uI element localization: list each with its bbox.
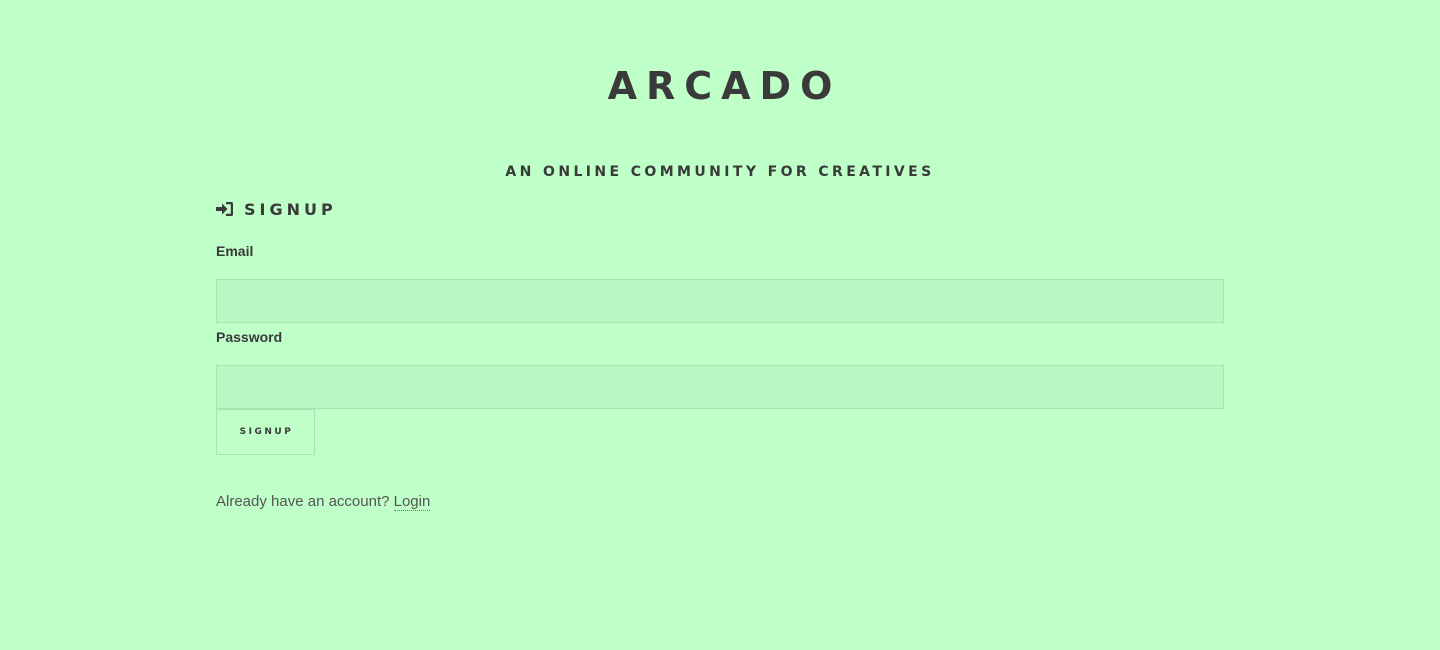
login-prompt-text: Already have an account? bbox=[216, 493, 390, 510]
signup-heading: SIGNUP bbox=[216, 196, 1224, 222]
password-field[interactable] bbox=[216, 365, 1224, 409]
site-title: ARCADO bbox=[607, 64, 842, 108]
signup-form: Email Password SIGNUP bbox=[216, 242, 1224, 455]
email-field[interactable] bbox=[216, 279, 1224, 323]
signup-heading-text: SIGNUP bbox=[244, 199, 337, 219]
sign-in-icon bbox=[216, 201, 234, 217]
login-link[interactable]: Login bbox=[393, 493, 431, 511]
signup-button[interactable]: SIGNUP bbox=[216, 409, 315, 455]
password-label: Password bbox=[216, 329, 283, 345]
email-label: Email bbox=[216, 243, 254, 259]
signup-container: SIGNUP Email Password SIGNUP Already hav… bbox=[216, 196, 1224, 527]
login-prompt: Already have an account? Login bbox=[216, 492, 1224, 512]
site-tagline: AN ONLINE COMMUNITY FOR CREATIVES bbox=[505, 164, 935, 180]
